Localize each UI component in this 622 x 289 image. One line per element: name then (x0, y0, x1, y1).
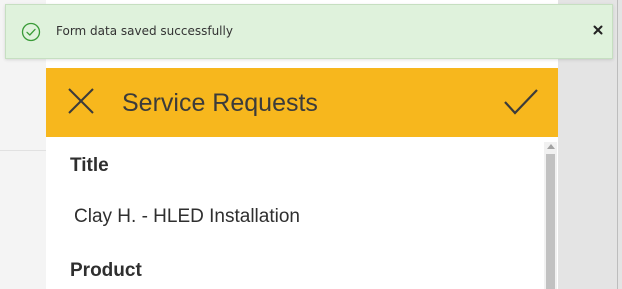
divider (0, 150, 46, 151)
close-icon (68, 88, 94, 114)
close-notification-button[interactable] (589, 21, 607, 39)
title-field-value: Clay H. - HLED Installation (74, 206, 300, 227)
title-field-label: Title (70, 155, 109, 176)
notification-message: Form data saved successfully (56, 24, 233, 38)
edit-form-screen: Service Requests Title Clay H. - HLED In… (46, 68, 558, 289)
form-title: Service Requests (122, 89, 318, 117)
divider (617, 0, 618, 289)
form-header: Service Requests (46, 68, 558, 137)
checkmark-icon (504, 89, 538, 115)
product-field-label: Product (70, 260, 142, 281)
form-scrollbar[interactable] (544, 142, 557, 289)
success-notification: Form data saved successfully (5, 4, 613, 59)
submit-form-button[interactable] (503, 88, 539, 116)
scroll-up-arrow-icon[interactable] (547, 144, 555, 149)
close-form-button[interactable] (66, 86, 96, 116)
scroll-thumb[interactable] (546, 154, 555, 289)
check-circle-icon (21, 22, 41, 42)
form-body: Title Clay H. - HLED Installation Produc… (46, 137, 558, 289)
close-icon (593, 25, 603, 35)
